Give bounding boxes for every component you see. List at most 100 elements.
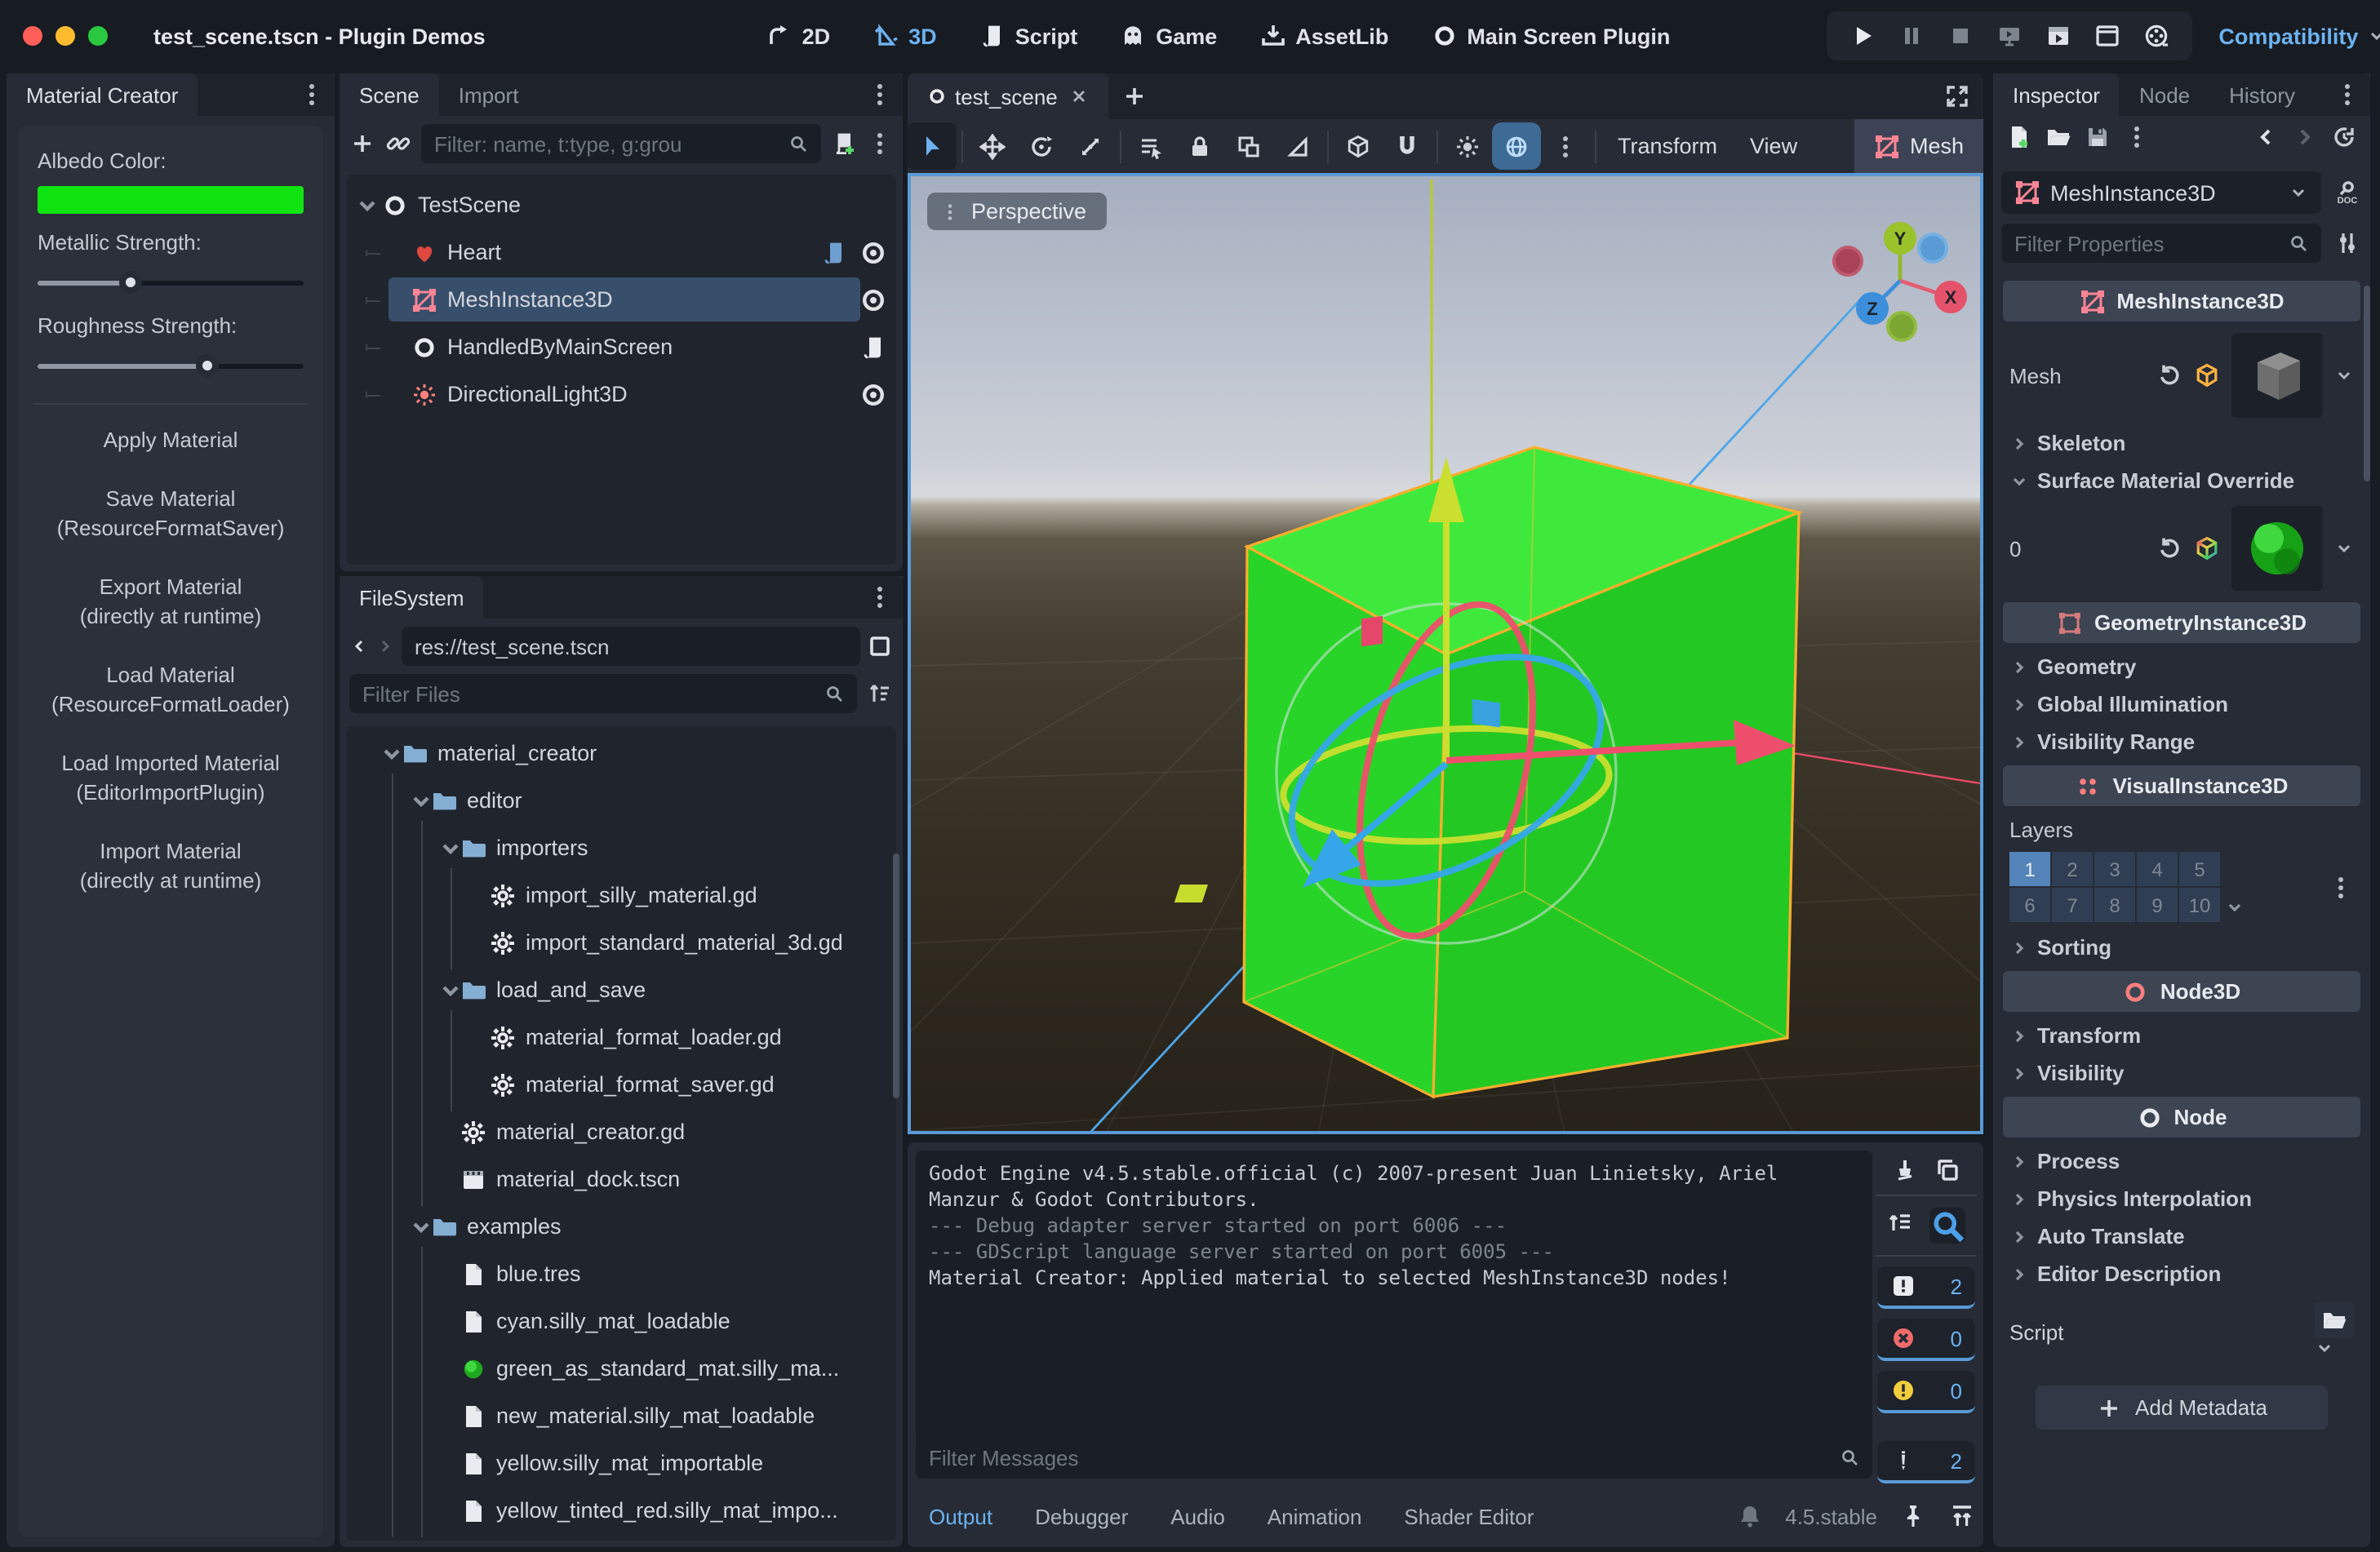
property-group-transform[interactable]: Transform [2000, 1017, 2364, 1054]
play-button[interactable] [1849, 23, 1876, 49]
eye-icon[interactable] [860, 286, 886, 313]
layer-cell-1[interactable]: 1 [2009, 852, 2050, 886]
tool-rotate-button[interactable] [1017, 119, 1066, 173]
add-metadata-button[interactable]: Add Metadata [2036, 1386, 2328, 1430]
minimize-window-button[interactable] [56, 26, 75, 46]
property-group-auto-translate[interactable]: Auto Translate [2000, 1217, 2364, 1255]
resource-preview[interactable] [2231, 506, 2323, 591]
collapse-duplicates-button[interactable] [1887, 1208, 1913, 1234]
material-button-apply-material[interactable]: Apply Material [34, 411, 307, 470]
selected-cube[interactable] [1244, 447, 1799, 1097]
preview-sun-button[interactable] [1443, 119, 1492, 173]
play-scene-button[interactable] [2045, 23, 2071, 49]
property-group-visibility[interactable]: Visibility [2000, 1054, 2364, 1092]
dock-menu-button[interactable] [2334, 73, 2360, 116]
plane-handle-y[interactable] [1174, 885, 1208, 902]
tab-test-scene[interactable]: test_scene [908, 73, 1108, 119]
filter-error-badge[interactable]: 0 [1877, 1319, 1975, 1361]
dots-v-icon[interactable] [2328, 874, 2354, 900]
file-material-format-loader-gd[interactable]: material_format_loader.gd [346, 1013, 896, 1061]
snap-button[interactable] [1383, 119, 1432, 173]
edit-history-button[interactable] [2331, 124, 2357, 150]
axis-ball-neg-y[interactable] [1888, 313, 1916, 340]
tab-scene[interactable]: Scene [340, 73, 439, 116]
file-yellow-silly-mat-importable[interactable]: yellow.silly_mat_importable [346, 1439, 896, 1487]
instance-scene-button[interactable] [385, 131, 411, 157]
filter-messages-input[interactable]: Filter Messages [916, 1436, 1872, 1479]
layer-cell-8[interactable]: 8 [2094, 888, 2135, 922]
ruler-button[interactable] [1273, 119, 1322, 173]
file-importers[interactable]: importers [346, 824, 896, 871]
lock-node-button[interactable] [1175, 119, 1224, 173]
inspector-node-selector[interactable]: MeshInstance3D [2001, 171, 2321, 214]
scene-tree-menu-button[interactable] [867, 131, 893, 157]
file-material-dock-tscn[interactable]: material_dock.tscn [346, 1155, 896, 1203]
material-button-save-material[interactable]: Save Material(ResourceFormatSaver) [34, 470, 307, 558]
pause-button[interactable] [1898, 23, 1925, 49]
filter-edit-badge[interactable]: 2 [1877, 1441, 1975, 1483]
open-docs-button[interactable]: DOC [2334, 180, 2360, 206]
box-rainbow-icon[interactable] [2194, 535, 2220, 561]
main-menu-main-screen-plugin[interactable]: Main Screen Plugin [1431, 23, 1670, 49]
scene-filter-input[interactable]: Filter: name, t:type, g:grou [421, 124, 821, 163]
attach-script-button[interactable] [831, 131, 857, 157]
axis-ball-neg-z[interactable] [1919, 234, 1947, 262]
dock-menu-button[interactable] [299, 73, 325, 116]
file-green-as-standard-mat-silly-ma[interactable]: green_as_standard_mat.silly_ma... [346, 1345, 896, 1392]
albedo-color-swatch[interactable] [38, 186, 304, 214]
load-resource-button[interactable] [2045, 124, 2071, 150]
new-scene-tab-button[interactable] [1121, 83, 1148, 109]
group-node-button[interactable] [1224, 119, 1273, 173]
layer-cell-7[interactable]: 7 [2052, 888, 2093, 922]
plane-handle-z[interactable] [1472, 699, 1500, 728]
nav-back-button[interactable] [349, 636, 369, 656]
main-menu-2d[interactable]: 2D [766, 23, 831, 49]
script-icon[interactable] [860, 334, 886, 360]
property-group-sorting[interactable]: Sorting [2000, 929, 2364, 966]
file-blue-tres[interactable]: blue.tres [346, 1250, 896, 1297]
filter-files-input[interactable]: Filter Files [349, 674, 857, 713]
local-space-button[interactable] [1334, 119, 1383, 173]
file-yellow-tinted-red-silly-mat-impo[interactable]: yellow_tinted_red.silly_mat_impo... [346, 1487, 896, 1534]
bottom-tab-output[interactable]: Output [929, 1504, 992, 1528]
tab-node[interactable]: Node [2120, 73, 2209, 116]
sort-files-button[interactable] [867, 681, 893, 707]
remote-debug-button[interactable] [1996, 23, 2023, 49]
script-blue-icon[interactable] [821, 239, 847, 265]
material-button-load-imported-material[interactable]: Load Imported Material(EditorImportPlugi… [34, 734, 307, 823]
dock-menu-button[interactable] [867, 73, 893, 116]
roughness-strength-slider[interactable] [38, 351, 304, 380]
class-header-visualinstance3d[interactable]: VisualInstance3D [2003, 765, 2360, 806]
property-group-surface-material-override[interactable]: Surface Material Override [2000, 462, 2364, 499]
menu-view[interactable]: View [1734, 134, 1814, 158]
property-group-geometry[interactable]: Geometry [2000, 648, 2364, 685]
bottom-tab-audio[interactable]: Audio [1170, 1504, 1225, 1528]
new-resource-button[interactable] [2006, 124, 2032, 150]
chev-down-icon[interactable] [2315, 1338, 2334, 1358]
resource-menu-button[interactable] [2124, 124, 2150, 150]
chev-down-sm-icon[interactable] [2225, 898, 2245, 917]
tool-move-button[interactable] [968, 119, 1017, 173]
revert-icon[interactable] [2156, 362, 2182, 388]
property-group-physics-interpolation[interactable]: Physics Interpolation [2000, 1180, 2364, 1217]
material-button-import-material[interactable]: Import Material(directly at runtime) [34, 823, 307, 911]
preview-environment-button[interactable] [1492, 122, 1541, 170]
filter-properties-input[interactable]: Filter Properties [2001, 224, 2321, 263]
layer-cell-2[interactable]: 2 [2052, 852, 2093, 886]
scene-node-heart[interactable]: Heart [346, 228, 896, 276]
plane-handle-x[interactable] [1361, 616, 1383, 647]
toggle-split-mode-button[interactable] [867, 633, 893, 659]
metallic-strength-slider[interactable] [38, 268, 304, 297]
tab-import[interactable]: Import [439, 73, 539, 116]
file-new-material-silly-mat-loadable[interactable]: new_material.silly_mat_loadable [346, 1392, 896, 1439]
main-menu-game[interactable]: Game [1120, 23, 1217, 49]
history-back-button[interactable] [2253, 124, 2279, 150]
tab-history[interactable]: History [2209, 73, 2315, 116]
expand-viewport-button[interactable] [1944, 83, 1970, 109]
class-header-meshinstance3d[interactable]: MeshInstance3D [2003, 281, 2360, 321]
file-editor[interactable]: editor [346, 777, 896, 824]
current-path-field[interactable]: res://test_scene.tscn [402, 627, 860, 666]
search-output-button[interactable] [1929, 1208, 1965, 1244]
file-import-standard-material-3d-gd[interactable]: import_standard_material_3d.gd [346, 919, 896, 966]
property-group-global-illumination[interactable]: Global Illumination [2000, 685, 2364, 723]
